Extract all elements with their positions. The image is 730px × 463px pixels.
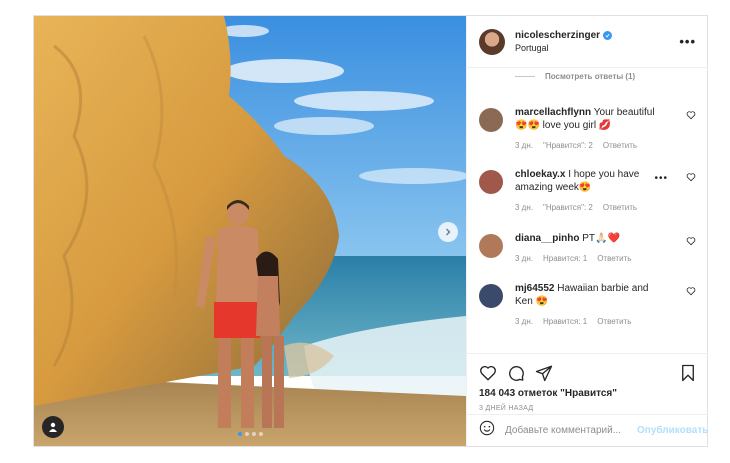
bookmark-save-icon[interactable] — [680, 364, 696, 382]
reply-button[interactable]: Ответить — [603, 201, 637, 214]
emoji-smiley-icon[interactable] — [479, 420, 495, 441]
like-comment-heart-icon[interactable] — [686, 236, 696, 246]
more-options-icon[interactable]: ••• — [679, 34, 696, 49]
view-replies-link[interactable]: Посмотреть ответы (1) — [467, 68, 708, 82]
commenter-avatar[interactable] — [479, 108, 503, 132]
like-comment-heart-icon[interactable] — [686, 110, 696, 120]
carousel-dot — [251, 432, 256, 436]
post-photo[interactable] — [34, 16, 466, 446]
commenter-username[interactable]: diana__pinho — [515, 233, 579, 244]
view-replies-label: Посмотреть ответы (1) — [545, 71, 636, 81]
like-heart-icon[interactable] — [479, 364, 497, 382]
post-actions: 184 043 отметок "Нравится" 3 ДНЕЙ НАЗАД — [467, 353, 708, 412]
comment-text: PT🙏🏻❤️ — [582, 233, 620, 244]
chevron-right-icon — [446, 228, 451, 236]
add-comment-bar: Опубликовать — [467, 414, 708, 446]
comment-time: 3 дн. — [515, 203, 533, 212]
like-comment-heart-icon[interactable] — [686, 286, 696, 296]
post-timestamp[interactable]: 3 ДНЕЙ НАЗАД — [479, 405, 696, 412]
replies-divider — [515, 75, 535, 77]
comment-time: 3 дн. — [515, 141, 533, 150]
comment-likes[interactable]: Нравится: 1 — [543, 315, 587, 328]
post-card: nicolescherzinger Portugal ••• Посмотрет… — [33, 15, 708, 447]
comment-bubble-icon[interactable] — [507, 364, 525, 382]
carousel-dot — [258, 432, 263, 436]
commenter-avatar[interactable] — [479, 234, 503, 258]
likes-count[interactable]: 184 043 отметок "Нравится" — [479, 388, 696, 399]
reply-button[interactable]: Ответить — [597, 315, 631, 328]
verified-badge-icon — [603, 31, 613, 40]
comment-item: diana__pinho PT🙏🏻❤️ 3 дн. Нравится: 1 От… — [479, 232, 696, 265]
post-sidebar: nicolescherzinger Portugal ••• Посмотрет… — [466, 16, 708, 446]
comment-item: chloekay.x I hope you have amazing week😍… — [479, 168, 696, 214]
comment-time: 3 дн. — [515, 317, 533, 326]
comment-item: marcellachflynn Your beautiful 😍😍 love y… — [479, 106, 696, 152]
carousel-dot — [237, 432, 242, 436]
comment-likes[interactable]: "Нравится": 2 — [543, 201, 593, 214]
share-send-icon[interactable] — [535, 364, 553, 382]
post-location[interactable]: Portugal — [515, 43, 612, 53]
comment-input[interactable] — [505, 425, 637, 436]
beach-photo — [34, 16, 466, 446]
comment-time: 3 дн. — [515, 254, 533, 263]
reply-button[interactable]: Ответить — [597, 252, 631, 265]
author-username[interactable]: nicolescherzinger — [515, 30, 600, 41]
comment-item: mj64552 Hawaiian barbie and Ken 😍 3 дн. … — [479, 282, 696, 328]
comment-options-icon[interactable]: ••• — [654, 173, 668, 184]
commenter-avatar[interactable] — [479, 284, 503, 308]
carousel-dot — [244, 432, 249, 436]
reply-button[interactable]: Ответить — [603, 139, 637, 152]
comment-likes[interactable]: "Нравится": 2 — [543, 139, 593, 152]
post-header: nicolescherzinger Portugal ••• — [467, 16, 708, 68]
commenter-username[interactable]: marcellachflynn — [515, 107, 591, 118]
commenter-username[interactable]: mj64552 — [515, 283, 554, 294]
like-comment-heart-icon[interactable] — [686, 172, 696, 182]
comment-likes[interactable]: Нравится: 1 — [543, 252, 587, 265]
comments-list: Посмотреть ответы (1) marcellachflynn Yo… — [467, 68, 708, 353]
publish-button[interactable]: Опубликовать — [637, 425, 708, 436]
author-avatar[interactable] — [479, 28, 505, 55]
commenter-avatar[interactable] — [479, 170, 503, 194]
carousel-indicator — [34, 432, 466, 436]
commenter-username[interactable]: chloekay.x — [515, 169, 565, 180]
next-photo-button[interactable] — [438, 222, 458, 242]
author-username-row: nicolescherzinger — [515, 30, 613, 41]
